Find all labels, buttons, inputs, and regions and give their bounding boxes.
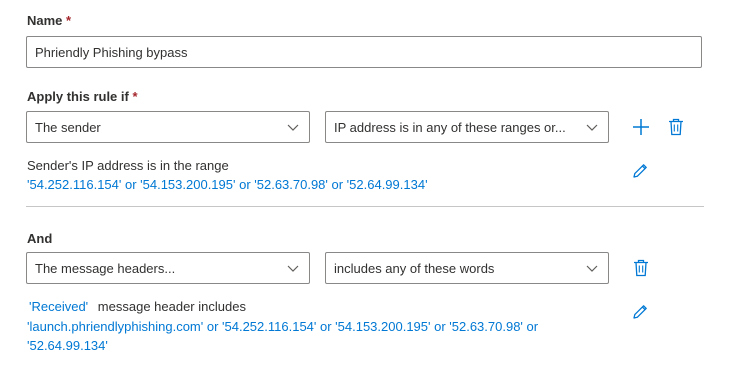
add-condition-button[interactable] <box>630 116 652 138</box>
delete-and-condition-button[interactable] <box>630 257 652 279</box>
and-summary-values-link[interactable]: 'launch.phriendlyphishing.com' or '54.25… <box>27 319 538 334</box>
condition-summary-label: Sender's IP address is in the range <box>27 158 229 173</box>
trash-icon <box>669 118 683 136</box>
section-divider <box>26 206 704 207</box>
pencil-icon <box>633 164 647 178</box>
and-summary-values-link-cont[interactable]: '52.64.99.134' <box>27 338 108 353</box>
header-name-link[interactable]: 'Received' <box>29 299 88 314</box>
chevron-down-icon <box>287 265 299 272</box>
plus-icon <box>633 119 649 135</box>
chevron-down-icon <box>586 265 598 272</box>
condition-summary-values-link[interactable]: '54.252.116.154' or '54.153.200.195' or … <box>27 177 428 192</box>
edit-condition-button[interactable] <box>629 160 651 182</box>
and-predicate-dropdown[interactable]: includes any of these words <box>325 252 609 284</box>
name-input[interactable]: Phriendly Phishing bypass <box>26 36 702 68</box>
name-input-value: Phriendly Phishing bypass <box>35 44 188 60</box>
condition-label-text: Apply this rule if <box>27 89 129 104</box>
name-label: Name * <box>27 13 71 28</box>
dropdown-value: includes any of these words <box>334 260 495 276</box>
delete-condition-button[interactable] <box>665 116 687 138</box>
dropdown-value: The sender <box>35 119 101 135</box>
condition-label: Apply this rule if * <box>27 89 138 104</box>
condition-predicate-dropdown[interactable]: IP address is in any of these ranges or.… <box>325 111 609 143</box>
and-summary-line: 'Received' message header includes <box>29 299 246 314</box>
and-subject-dropdown[interactable]: The message headers... <box>26 252 310 284</box>
condition-subject-dropdown[interactable]: The sender <box>26 111 310 143</box>
chevron-down-icon <box>287 124 299 131</box>
dropdown-value: The message headers... <box>35 260 176 276</box>
name-label-text: Name <box>27 13 63 28</box>
edit-and-condition-button[interactable] <box>629 301 651 323</box>
chevron-down-icon <box>586 124 598 131</box>
required-asterisk: * <box>132 89 138 104</box>
dropdown-value: IP address is in any of these ranges or.… <box>334 119 566 135</box>
and-summary-label: message header includes <box>97 299 246 314</box>
pencil-icon <box>633 305 647 319</box>
and-label: And <box>27 231 53 246</box>
required-asterisk: * <box>66 13 72 28</box>
trash-icon <box>634 259 648 277</box>
